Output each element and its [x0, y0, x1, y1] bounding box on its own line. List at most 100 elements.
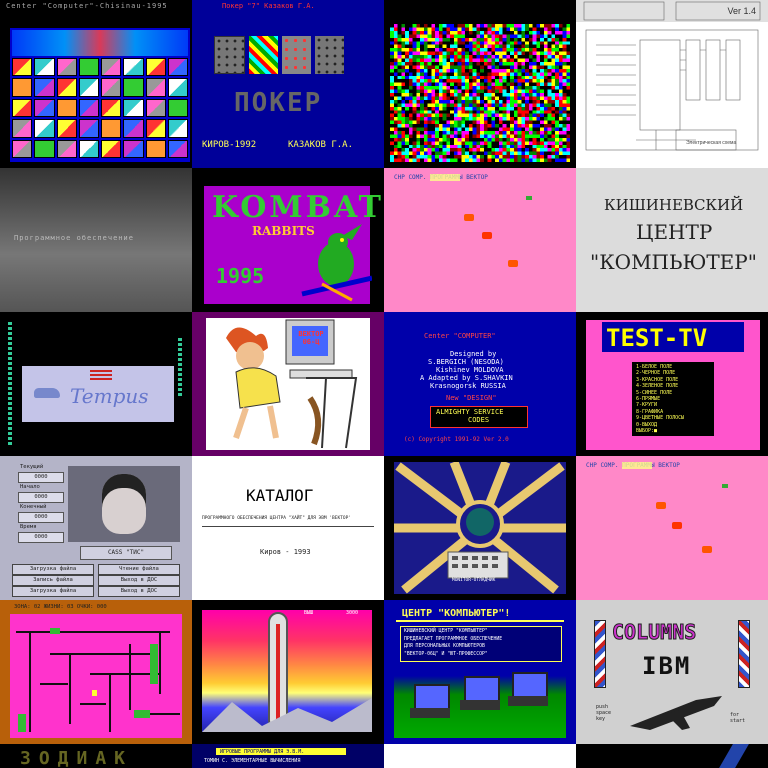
game-thumbnail-icon[interactable] — [101, 139, 122, 158]
tile-gray-screen[interactable]: Программное обеспечение — [0, 168, 192, 312]
cassette-field-value[interactable]: 0000 — [18, 472, 64, 483]
game-thumbnail-icon[interactable] — [56, 58, 77, 77]
game-thumbnail-icon[interactable] — [101, 119, 122, 138]
cassette-action-button[interactable]: Выход в ДОС — [98, 575, 180, 586]
tile-header: Center "Computer"-Chisinau-1995 — [6, 2, 168, 10]
computer-icon — [464, 676, 500, 702]
game-thumbnail-icon[interactable] — [123, 58, 144, 77]
tempus-red-label — [90, 370, 112, 382]
game-thumbnail-icon[interactable] — [34, 98, 55, 118]
test-tv-menu-item[interactable]: 9-ЦВЕТНЫЕ ПОЛОСЫ — [636, 415, 684, 421]
cassette-field-value[interactable]: 0000 — [18, 512, 64, 523]
game-thumbnail-icon[interactable] — [34, 139, 55, 158]
tile-game-menu[interactable]: Center "Computer"-Chisinau-1995 — [0, 0, 192, 168]
game-thumbnail-icon[interactable] — [145, 139, 166, 158]
game-thumbnail-icon[interactable] — [123, 78, 144, 97]
game-thumbnail-icon[interactable] — [12, 58, 33, 77]
game-thumbnail-icon[interactable] — [78, 119, 99, 138]
game-thumbnail-icon[interactable] — [167, 78, 188, 97]
game-thumbnail-icon[interactable] — [123, 139, 144, 158]
game-thumbnail-icon[interactable] — [167, 119, 188, 138]
tile-test-tv[interactable]: TEST-TV 1-БЕЛОЕ ПОЛЕ 2-ЧЕРНОЕ ПОЛЕ 3-КРАСН… — [576, 312, 768, 456]
cassette-name-box[interactable]: CASS "ТИС" — [80, 546, 172, 560]
tile-center-computer-credits[interactable]: Center "COMPUTER" Designed by S.BERGICH … — [384, 312, 576, 456]
portrait-image — [68, 466, 180, 542]
game-thumbnail-icon[interactable] — [34, 58, 55, 77]
screenshot-mosaic: Center "Computer"-Chisinau-1995 Покер "7… — [0, 0, 768, 768]
tile-center-computer-promo[interactable]: ЦЕНТР "КОМПЬЮТЕР"! КИШИНЕВСКИЙ ЦЕНТР "КО… — [384, 600, 576, 744]
hud-left: ВЫШ — [304, 610, 314, 616]
game-thumbnail-icon[interactable] — [145, 98, 166, 118]
cassette-action-button[interactable]: Чтение файла — [98, 564, 180, 575]
game-thumbnail-icon[interactable] — [101, 98, 122, 118]
credits-line4: A Adapted by S.SHAVKIN — [420, 374, 513, 382]
car-icon — [34, 388, 60, 398]
test-tv-menu-item[interactable]: 4-ЗЕЛЕНОЕ ПОЛЕ — [636, 383, 684, 389]
sprite-icon — [722, 484, 728, 488]
tile-columns-ibm[interactable]: COLUMNS IBM push space key for start — [576, 600, 768, 744]
game-thumbnail-icon[interactable] — [34, 119, 55, 138]
catalog-subtitle: ПРОГРАММНОГО ОБЕСПЕЧЕНИЯ ЦЕНТРА "ХАЙТ" Д… — [202, 516, 352, 521]
tile-catalog[interactable]: КАТАЛОГ ПРОГРАММНОГО ОБЕСПЕЧЕНИЯ ЦЕНТРА … — [192, 456, 384, 600]
game-thumbnail-icon[interactable] — [12, 98, 33, 118]
game-thumbnail-icon[interactable] — [56, 139, 77, 158]
cassette-action-button[interactable]: Выход в ДОС — [98, 586, 180, 597]
tile-tempus[interactable]: Tempus — [0, 312, 192, 456]
cassette-action-button[interactable]: Загрузка файла — [12, 564, 94, 575]
game-thumbnail-icon[interactable] — [56, 98, 77, 118]
game-thumbnail-icon[interactable] — [145, 78, 166, 97]
game-thumbnail-icon[interactable] — [167, 98, 188, 118]
game-thumbnail-icon[interactable] — [12, 78, 33, 97]
game-thumbnail-icon[interactable] — [101, 78, 122, 97]
tile-vector-artwork[interactable]: ВЕКТОР 06-Ц — [192, 312, 384, 456]
tile-schematic[interactable]: Ver 1.4 Электрическая схема — [576, 0, 768, 168]
poker-footer-right: КАЗАКОВ Г.А. — [288, 140, 354, 150]
game-thumbnail-icon[interactable] — [78, 58, 99, 77]
ibm-logo: IBM — [642, 652, 692, 680]
cassette-action-button[interactable]: Запись файла — [12, 575, 94, 586]
tile-monitor-debugger[interactable]: MONITOR-ОТЛАДЧИК — [384, 456, 576, 600]
game-thumbnail-icon[interactable] — [145, 58, 166, 77]
tile-zodiac[interactable]: ЗОДИАК — [0, 744, 192, 768]
tile-maze-game[interactable]: ЗОНА: 02 ЖИЗНИ: 03 ОЧКИ: 000 — [0, 600, 192, 744]
tile-game-programs[interactable]: ИГРОВЫЕ ПРОГРАММЫ ДЛЯ Э.В.М. ТОМИН С. ЭЛ… — [192, 744, 384, 768]
cassette-field-value[interactable]: 0000 — [18, 492, 64, 503]
rabbit-icon — [301, 224, 372, 302]
game-thumbnail-icon[interactable] — [78, 98, 99, 118]
wheel-graphic — [394, 462, 566, 594]
tile-dark-partial[interactable] — [576, 744, 768, 768]
test-tv-menu-item[interactable]: ВЫБОР:■ — [636, 428, 684, 434]
game-thumbnail-icon[interactable] — [167, 58, 188, 77]
tile-white-partial[interactable] — [384, 744, 576, 768]
game-thumbnail-icon[interactable] — [78, 78, 99, 97]
tile-kombat-rabbits[interactable]: KOMBAT RABBITS 1995 — [192, 168, 384, 312]
artist-at-computer-drawing — [226, 319, 358, 449]
tile-kishinev-center[interactable]: КИШИНЕВСКИЙ ЦЕНТР "КОМПЬЮТЕР" — [576, 168, 768, 312]
cassette-action-button[interactable]: Загрузка файла — [12, 586, 94, 597]
promo-title: ЦЕНТР "КОМПЬЮТЕР"! — [402, 608, 511, 619]
game-thumbnail-icon[interactable] — [12, 119, 33, 138]
tile-cassette-utility[interactable]: Текущий 0000 Начало 0000 Конечный 0000 Время 00… — [0, 456, 192, 600]
game-thumbnail-icon[interactable] — [123, 119, 144, 138]
test-tv-menu: 1-БЕЛОЕ ПОЛЕ 2-ЧЕРНОЕ ПОЛЕ 3-КРАСНОЕ ПОЛЕ 4… — [636, 364, 684, 434]
card-face-icon — [249, 36, 278, 74]
game-thumbnail-icon[interactable] — [101, 58, 122, 77]
cassette-field-value[interactable]: 0000 — [18, 532, 64, 543]
game-thumbnail-icon[interactable] — [12, 139, 33, 158]
game-thumbnail-icon[interactable] — [56, 119, 77, 138]
credits-footer: (c) Copyright 1991-92 Ver 2.0 — [404, 436, 509, 443]
tile-pink-game[interactable]: CHP COMP. ПРОГРАММЫ ВЕКТОР — [384, 168, 576, 312]
game-thumbnail-icon[interactable] — [167, 139, 188, 158]
tile-pink-game-2[interactable]: CHP COMP. ПРОГРАММЫ ВЕКТОР — [576, 456, 768, 600]
game-thumbnail-icon[interactable] — [78, 139, 99, 158]
credits-box-line2: CODES — [468, 416, 490, 424]
tile-thermometer-art[interactable]: ВЫШ 3000 — [192, 600, 384, 744]
game-thumbnail-icon[interactable] — [34, 78, 55, 97]
game-thumbnail-icon[interactable] — [123, 98, 144, 118]
game-thumbnail-icon[interactable] — [56, 78, 77, 97]
maze-header: ЗОНА: 02 ЖИЗНИ: 03 ОЧКИ: 000 — [14, 604, 107, 610]
game-thumbnail-icon[interactable] — [145, 119, 166, 138]
programs-line1: ИГРОВЫЕ ПРОГРАММЫ ДЛЯ Э.В.М. — [220, 749, 305, 755]
tile-poker[interactable]: Покер "7" Казаков Г.А. ПОКЕР КИРОВ-1992 … — [192, 0, 384, 168]
tile-color-noise[interactable] — [384, 0, 576, 168]
